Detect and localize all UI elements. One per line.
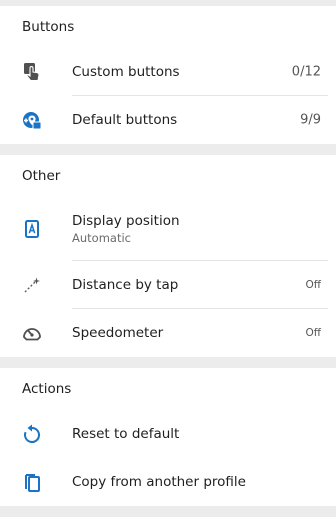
map-marker-plus-icon — [22, 110, 42, 130]
speedometer-status: Off — [305, 327, 322, 339]
default-buttons-count: 9/9 — [300, 112, 321, 128]
display-position-value: Automatic — [72, 231, 131, 245]
distance-tap-icon — [22, 275, 42, 295]
speedometer-icon — [22, 323, 42, 343]
bottom-spacer — [0, 506, 336, 517]
reset-to-default-label: Reset to default — [72, 426, 180, 442]
speedometer-label: Speedometer — [72, 325, 164, 341]
copy-from-profile-row[interactable]: Copy from another profile — [0, 458, 336, 506]
speedometer-row[interactable]: Speedometer Off — [0, 309, 336, 357]
copy-from-profile-label: Copy from another profile — [72, 474, 246, 490]
display-position-icon — [22, 219, 42, 239]
other-section-header: Other — [22, 168, 61, 184]
custom-buttons-row[interactable]: Custom buttons 0/12 — [0, 48, 336, 96]
display-position-label: Display position — [72, 213, 180, 229]
display-position-row[interactable]: Display position Automatic — [0, 197, 336, 261]
default-buttons-label: Default buttons — [72, 112, 178, 128]
distance-by-tap-label: Distance by tap — [72, 277, 179, 293]
custom-buttons-count: 0/12 — [291, 64, 321, 80]
copy-icon — [22, 472, 42, 492]
actions-section-header: Actions — [22, 381, 72, 397]
buttons-section: Buttons Custom buttons 0/12 Default butt… — [0, 6, 336, 144]
actions-section: Actions Reset to default Copy from anoth… — [0, 368, 336, 506]
distance-by-tap-status: Off — [305, 279, 322, 291]
settings-page: Buttons Custom buttons 0/12 Default butt… — [0, 0, 336, 517]
touch-hand-icon — [22, 62, 42, 82]
default-buttons-row[interactable]: Default buttons 9/9 — [0, 96, 336, 144]
section-spacer — [0, 357, 336, 368]
reset-icon — [22, 424, 42, 444]
custom-buttons-label: Custom buttons — [72, 64, 180, 80]
buttons-section-header: Buttons — [22, 19, 75, 35]
section-spacer — [0, 144, 336, 155]
reset-to-default-row[interactable]: Reset to default — [0, 410, 336, 458]
other-section: Other Display position Automatic Distanc… — [0, 155, 336, 357]
distance-by-tap-row[interactable]: Distance by tap Off — [0, 261, 336, 309]
